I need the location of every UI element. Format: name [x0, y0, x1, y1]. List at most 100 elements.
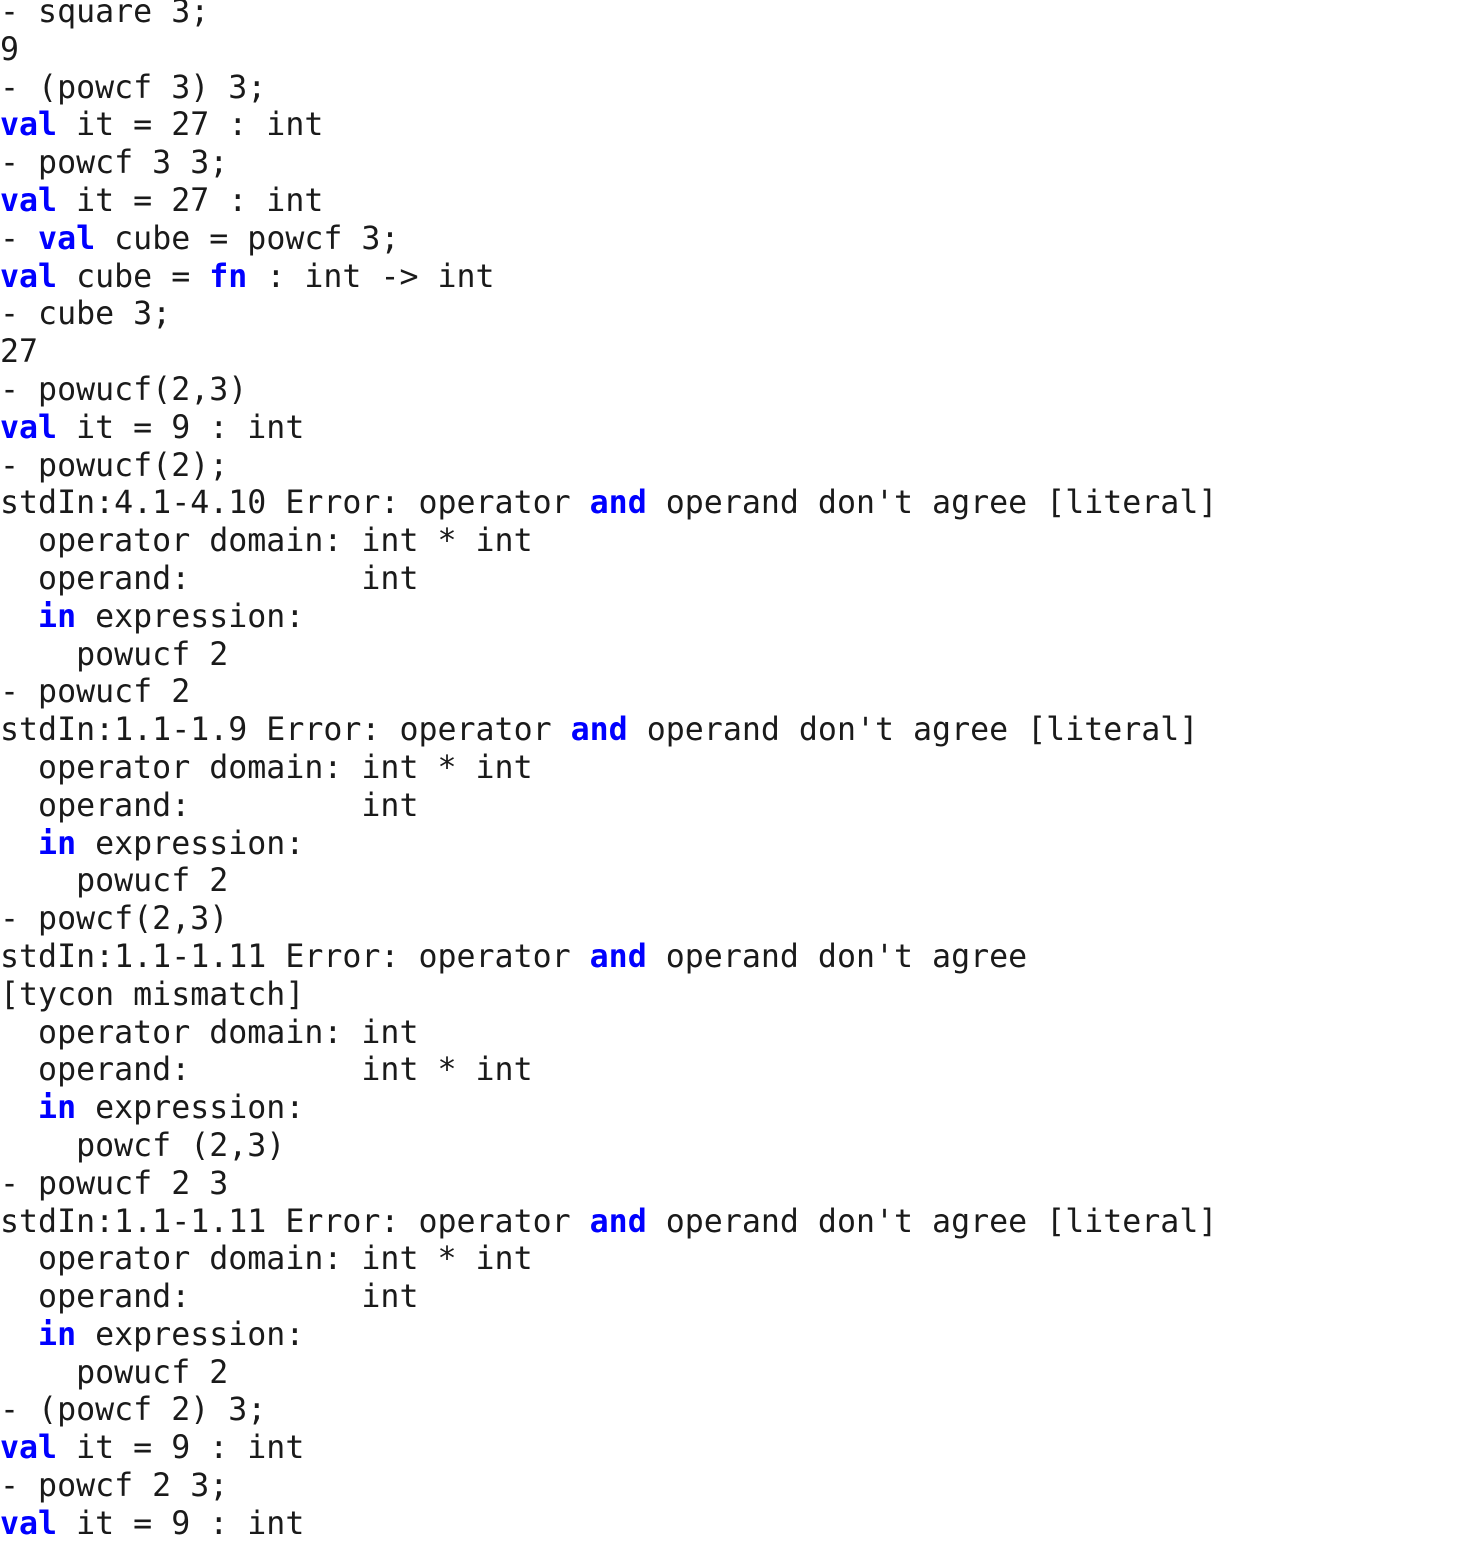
sml-keyword: val — [38, 220, 96, 257]
repl-text: - cube 3; — [0, 296, 172, 333]
repl-text: - powucf(2,3) — [0, 371, 248, 408]
repl-line-error: in expression: — [0, 826, 1470, 864]
repl-line-error: [tycon mismatch] — [0, 977, 1470, 1015]
repl-line-input: - powcf(2,3) — [0, 901, 1470, 939]
repl-text: operand don't agree — [646, 938, 1028, 975]
repl-text: it = 27 : int — [57, 182, 324, 219]
repl-line-error: in expression: — [0, 1317, 1470, 1355]
repl-line-error: in expression: — [0, 599, 1470, 637]
repl-line-error: operator domain: int * int — [0, 523, 1470, 561]
repl-line-output: val it = 9 : int — [0, 410, 1470, 448]
repl-text: cube = — [57, 258, 210, 295]
repl-text — [0, 599, 38, 635]
repl-line-output: 27 — [0, 334, 1470, 372]
repl-line-input: - powucf(2); — [0, 448, 1470, 486]
sml-keyword: fn — [209, 258, 248, 295]
sml-keyword: val — [0, 1505, 58, 1542]
repl-text: - powucf 2 — [0, 674, 191, 711]
repl-line-output: val it = 27 : int — [0, 183, 1470, 221]
sml-keyword: val — [0, 409, 58, 446]
repl-text: stdIn:1.1-1.9 Error: operator — [0, 712, 571, 749]
repl-line-output: val cube = fn : int -> int — [0, 259, 1470, 297]
repl-line-input: - cube 3; — [0, 296, 1470, 334]
sml-keyword: in — [38, 825, 77, 862]
repl-text: expression: — [76, 598, 305, 635]
repl-line-input: - (powcf 3) 3; — [0, 70, 1470, 108]
repl-text: 27 — [0, 334, 39, 371]
repl-line-output: val it = 9 : int — [0, 1430, 1470, 1468]
repl-line-input: - powucf(2,3) — [0, 372, 1470, 410]
repl-text: powcf (2,3) — [0, 1127, 286, 1164]
repl-text: operator domain: int * int — [0, 749, 533, 786]
repl-line-error: stdIn:1.1-1.11 Error: operator and opera… — [0, 939, 1470, 977]
repl-text: expression: — [76, 1090, 305, 1127]
sml-keyword: and — [570, 712, 628, 749]
repl-text: it = 9 : int — [57, 409, 305, 446]
repl-line-error: powucf 2 — [0, 1355, 1470, 1393]
sml-keyword: and — [589, 485, 647, 522]
repl-line-error: stdIn:1.1-1.9 Error: operator and operan… — [0, 712, 1470, 750]
repl-text: operand: int — [0, 1279, 419, 1316]
repl-line-error: operator domain: int * int — [0, 750, 1470, 788]
repl-text — [0, 1090, 38, 1126]
repl-text: operator domain: int * int — [0, 523, 533, 560]
repl-text: it = 9 : int — [57, 1430, 305, 1467]
sml-keyword: val — [0, 107, 58, 144]
repl-text: operand: int * int — [0, 1052, 533, 1089]
repl-text: operand: int — [0, 560, 419, 597]
repl-text: expression: — [76, 1316, 305, 1353]
repl-line-error: stdIn:4.1-4.10 Error: operator and opera… — [0, 485, 1470, 523]
repl-line-output: val it = 27 : int — [0, 107, 1470, 145]
repl-text: cube = powcf 3; — [95, 220, 400, 257]
repl-line-input: - square 3; — [0, 0, 1470, 32]
repl-text: 9 — [0, 31, 20, 68]
sml-keyword: and — [589, 938, 647, 975]
repl-output-area[interactable]: - square 3; 9- (powcf 3) 3; val it = 27 : … — [0, 0, 1470, 1544]
repl-line-error: operator domain: int * int — [0, 1241, 1470, 1279]
sml-keyword: val — [0, 1430, 58, 1467]
repl-text: powucf 2 — [0, 1354, 229, 1391]
repl-text: - powcf(2,3) — [0, 901, 229, 938]
repl-text: it = 9 : int — [57, 1505, 305, 1542]
repl-line-error: in expression: — [0, 1090, 1470, 1128]
repl-text: : int -> int — [247, 258, 495, 295]
repl-text: - powucf(2); — [0, 447, 229, 484]
repl-text: - (powcf 3) 3; — [0, 69, 267, 106]
repl-line-error: powucf 2 — [0, 637, 1470, 675]
sml-keyword: val — [0, 182, 58, 219]
repl-text: expression: — [76, 825, 305, 862]
repl-line-input: - val cube = powcf 3; — [0, 221, 1470, 259]
repl-line-input: - (powcf 2) 3; — [0, 1392, 1470, 1430]
repl-text: - powcf 3 3; — [0, 145, 229, 182]
repl-text: powucf 2 — [0, 636, 229, 673]
repl-text — [0, 826, 38, 862]
repl-line-error: powucf 2 — [0, 863, 1470, 901]
repl-text: - (powcf 2) 3; — [0, 1392, 267, 1429]
repl-text: stdIn:1.1-1.11 Error: operator — [0, 938, 590, 975]
repl-line-input: - powcf 2 3; — [0, 1468, 1470, 1506]
sml-keyword: and — [589, 1203, 647, 1240]
repl-text: stdIn:4.1-4.10 Error: operator — [0, 485, 590, 522]
repl-line-error: operand: int — [0, 561, 1470, 599]
repl-line-error: operand: int — [0, 788, 1470, 826]
repl-text: operand don't agree [literal] — [646, 1203, 1218, 1240]
sml-keyword: in — [38, 1090, 77, 1127]
repl-text: - — [0, 220, 39, 257]
repl-text — [0, 1317, 38, 1353]
repl-line-output: val it = 9 : int — [0, 1506, 1470, 1544]
repl-text: - square 3; — [0, 0, 210, 30]
sml-keyword: val — [0, 258, 58, 295]
repl-line-input: - powucf 2 — [0, 674, 1470, 712]
repl-text: operand don't agree [literal] — [646, 485, 1218, 522]
repl-text: operator domain: int * int — [0, 1241, 533, 1278]
repl-line-error: operator domain: int — [0, 1015, 1470, 1053]
repl-text: it = 27 : int — [57, 107, 324, 144]
repl-text: - powcf 2 3; — [0, 1468, 229, 1505]
repl-text: operator domain: int — [0, 1014, 419, 1051]
repl-text: powucf 2 — [0, 863, 229, 900]
sml-keyword: in — [38, 1316, 77, 1353]
repl-line-error: powcf (2,3) — [0, 1128, 1470, 1166]
repl-text: [tycon mismatch] — [0, 976, 305, 1013]
repl-line-error: operand: int * int — [0, 1052, 1470, 1090]
repl-text: stdIn:1.1-1.11 Error: operator — [0, 1203, 590, 1240]
